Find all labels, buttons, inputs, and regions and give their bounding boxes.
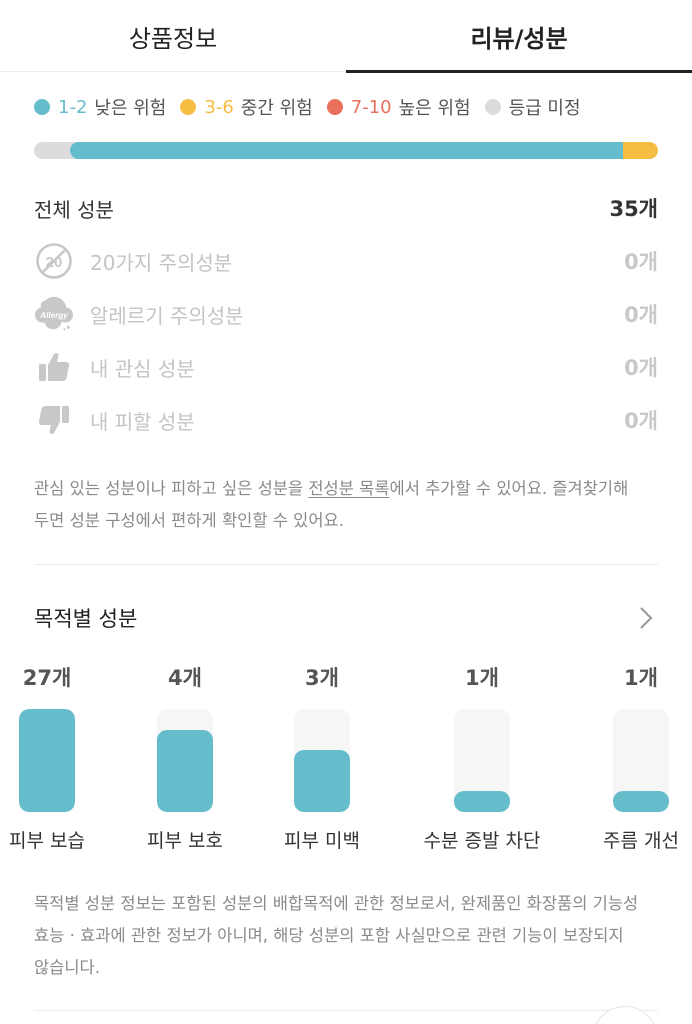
purpose-item-moisturizing[interactable]: 27개 피부 보습	[0, 660, 112, 853]
legend-mid-risk: 3-6 중간 위험	[180, 94, 313, 120]
legend-range: 3-6	[204, 96, 234, 118]
my-interest-row[interactable]: 내 관심 성분 0개	[34, 347, 658, 387]
legend-range: 1-2	[58, 96, 88, 118]
purpose-bar-fill	[454, 791, 510, 812]
legend-range: 7-10	[350, 96, 392, 118]
my-interest-label: 내 관심 성분	[90, 356, 195, 381]
purpose-item-protection[interactable]: 4개 피부 보호	[120, 660, 250, 853]
purpose-section-title: 목적별 성분	[34, 607, 138, 631]
svg-text:Allergy: Allergy	[39, 311, 68, 320]
tab-bar: 상품정보 리뷰/성분	[0, 0, 692, 73]
purpose-item-moisture-barrier[interactable]: 1개 수분 증발 차단	[417, 660, 547, 853]
legend-dot-icon	[180, 99, 197, 115]
purpose-count: 27개	[22, 666, 72, 690]
chevron-right-icon[interactable]	[634, 606, 658, 630]
risk-bar-segment	[70, 142, 624, 159]
purpose-label: 수분 증발 차단	[423, 830, 541, 852]
purpose-section-header[interactable]: 목적별 성분	[34, 598, 658, 638]
scroll-top-button[interactable]	[592, 1006, 658, 1024]
allergy-caution-row[interactable]: Allergy 알레르기 주의성분 0개	[34, 294, 658, 334]
legend-text: 등급 미정	[508, 98, 581, 119]
purpose-count: 1개	[624, 666, 658, 690]
favorites-note: 관심 있는 성분이나 피하고 싶은 성분을 전성분 목록에서 추가할 수 있어요…	[34, 473, 658, 537]
purpose-label: 피부 미백	[284, 830, 360, 852]
caution-20-count: 0개	[624, 250, 658, 274]
purpose-bar-track	[294, 709, 350, 812]
purpose-label: 피부 보호	[147, 830, 223, 852]
legend-high-risk: 7-10 높은 위험	[326, 94, 471, 120]
purpose-count: 1개	[465, 666, 499, 690]
purpose-disclaimer: 목적별 성분 정보는 포함된 성분의 배합목적에 관한 정보로서, 완제품인 화…	[34, 894, 639, 977]
total-count: 35개	[609, 197, 658, 221]
thumbs-up-icon	[34, 347, 74, 387]
my-avoid-count: 0개	[624, 409, 658, 433]
note-text: 관심 있는 성분이나 피하고 싶은 성분을	[34, 479, 309, 498]
risk-legend: 1-2 낮은 위험 3-6 중간 위험 7-10 높은 위험 등급 미정	[34, 94, 595, 120]
divider	[34, 564, 658, 565]
my-avoid-label: 내 피할 성분	[90, 409, 195, 434]
purpose-count: 4개	[168, 666, 202, 690]
purpose-bar-fill	[294, 750, 350, 812]
my-interest-count: 0개	[624, 356, 658, 380]
purpose-item-whitening[interactable]: 3개 피부 미백	[257, 660, 387, 853]
purpose-bar-fill	[19, 709, 75, 812]
twenty-caution-icon: 20	[34, 241, 74, 281]
tab-product-info[interactable]: 상품정보	[0, 0, 346, 72]
legend-dot-icon	[484, 99, 501, 115]
total-label: 전체 성분	[34, 197, 114, 222]
total-ingredients-row: 전체 성분 35개	[34, 190, 658, 226]
purpose-count: 3개	[305, 666, 339, 690]
svg-text:20: 20	[46, 254, 63, 271]
purpose-bar-track	[613, 709, 669, 812]
thumbs-down-icon	[34, 400, 74, 440]
risk-bar-segment	[34, 142, 71, 159]
legend-ungraded: 등급 미정	[484, 94, 581, 120]
caution-20-label: 20가지 주의성분	[90, 250, 233, 275]
legend-low-risk: 1-2 낮은 위험	[34, 94, 166, 120]
tab-review-ingredients[interactable]: 리뷰/성분	[346, 0, 692, 73]
purpose-bar-fill	[613, 791, 669, 812]
purpose-bar-track	[157, 709, 213, 812]
purpose-label: 피부 보습	[9, 830, 85, 852]
purpose-bar-track	[19, 709, 75, 812]
my-avoid-row[interactable]: 내 피할 성분 0개	[34, 400, 658, 440]
legend-dot-icon	[326, 99, 343, 115]
allergy-caution-count: 0개	[624, 303, 658, 327]
legend-dot-icon	[34, 99, 50, 115]
caution-20-row[interactable]: 20 20가지 주의성분 0개	[34, 241, 658, 281]
purpose-bar-track	[454, 709, 510, 812]
purpose-bar-fill	[157, 729, 213, 812]
legend-text: 높은 위험	[398, 98, 471, 119]
full-ingredient-list-link[interactable]: 전성분 목록	[308, 479, 389, 498]
purpose-item-anti-wrinkle[interactable]: 1개 주름 개선	[576, 660, 692, 853]
allergy-caution-label: 알레르기 주의성분	[90, 303, 244, 328]
legend-text: 중간 위험	[240, 98, 313, 119]
risk-bar-segment	[623, 142, 658, 159]
purpose-label: 주름 개선	[603, 830, 679, 852]
allergy-cloud-icon: Allergy	[34, 294, 74, 334]
risk-distribution-bar	[34, 142, 658, 159]
legend-text: 낮은 위험	[94, 98, 167, 119]
divider	[34, 1010, 658, 1011]
